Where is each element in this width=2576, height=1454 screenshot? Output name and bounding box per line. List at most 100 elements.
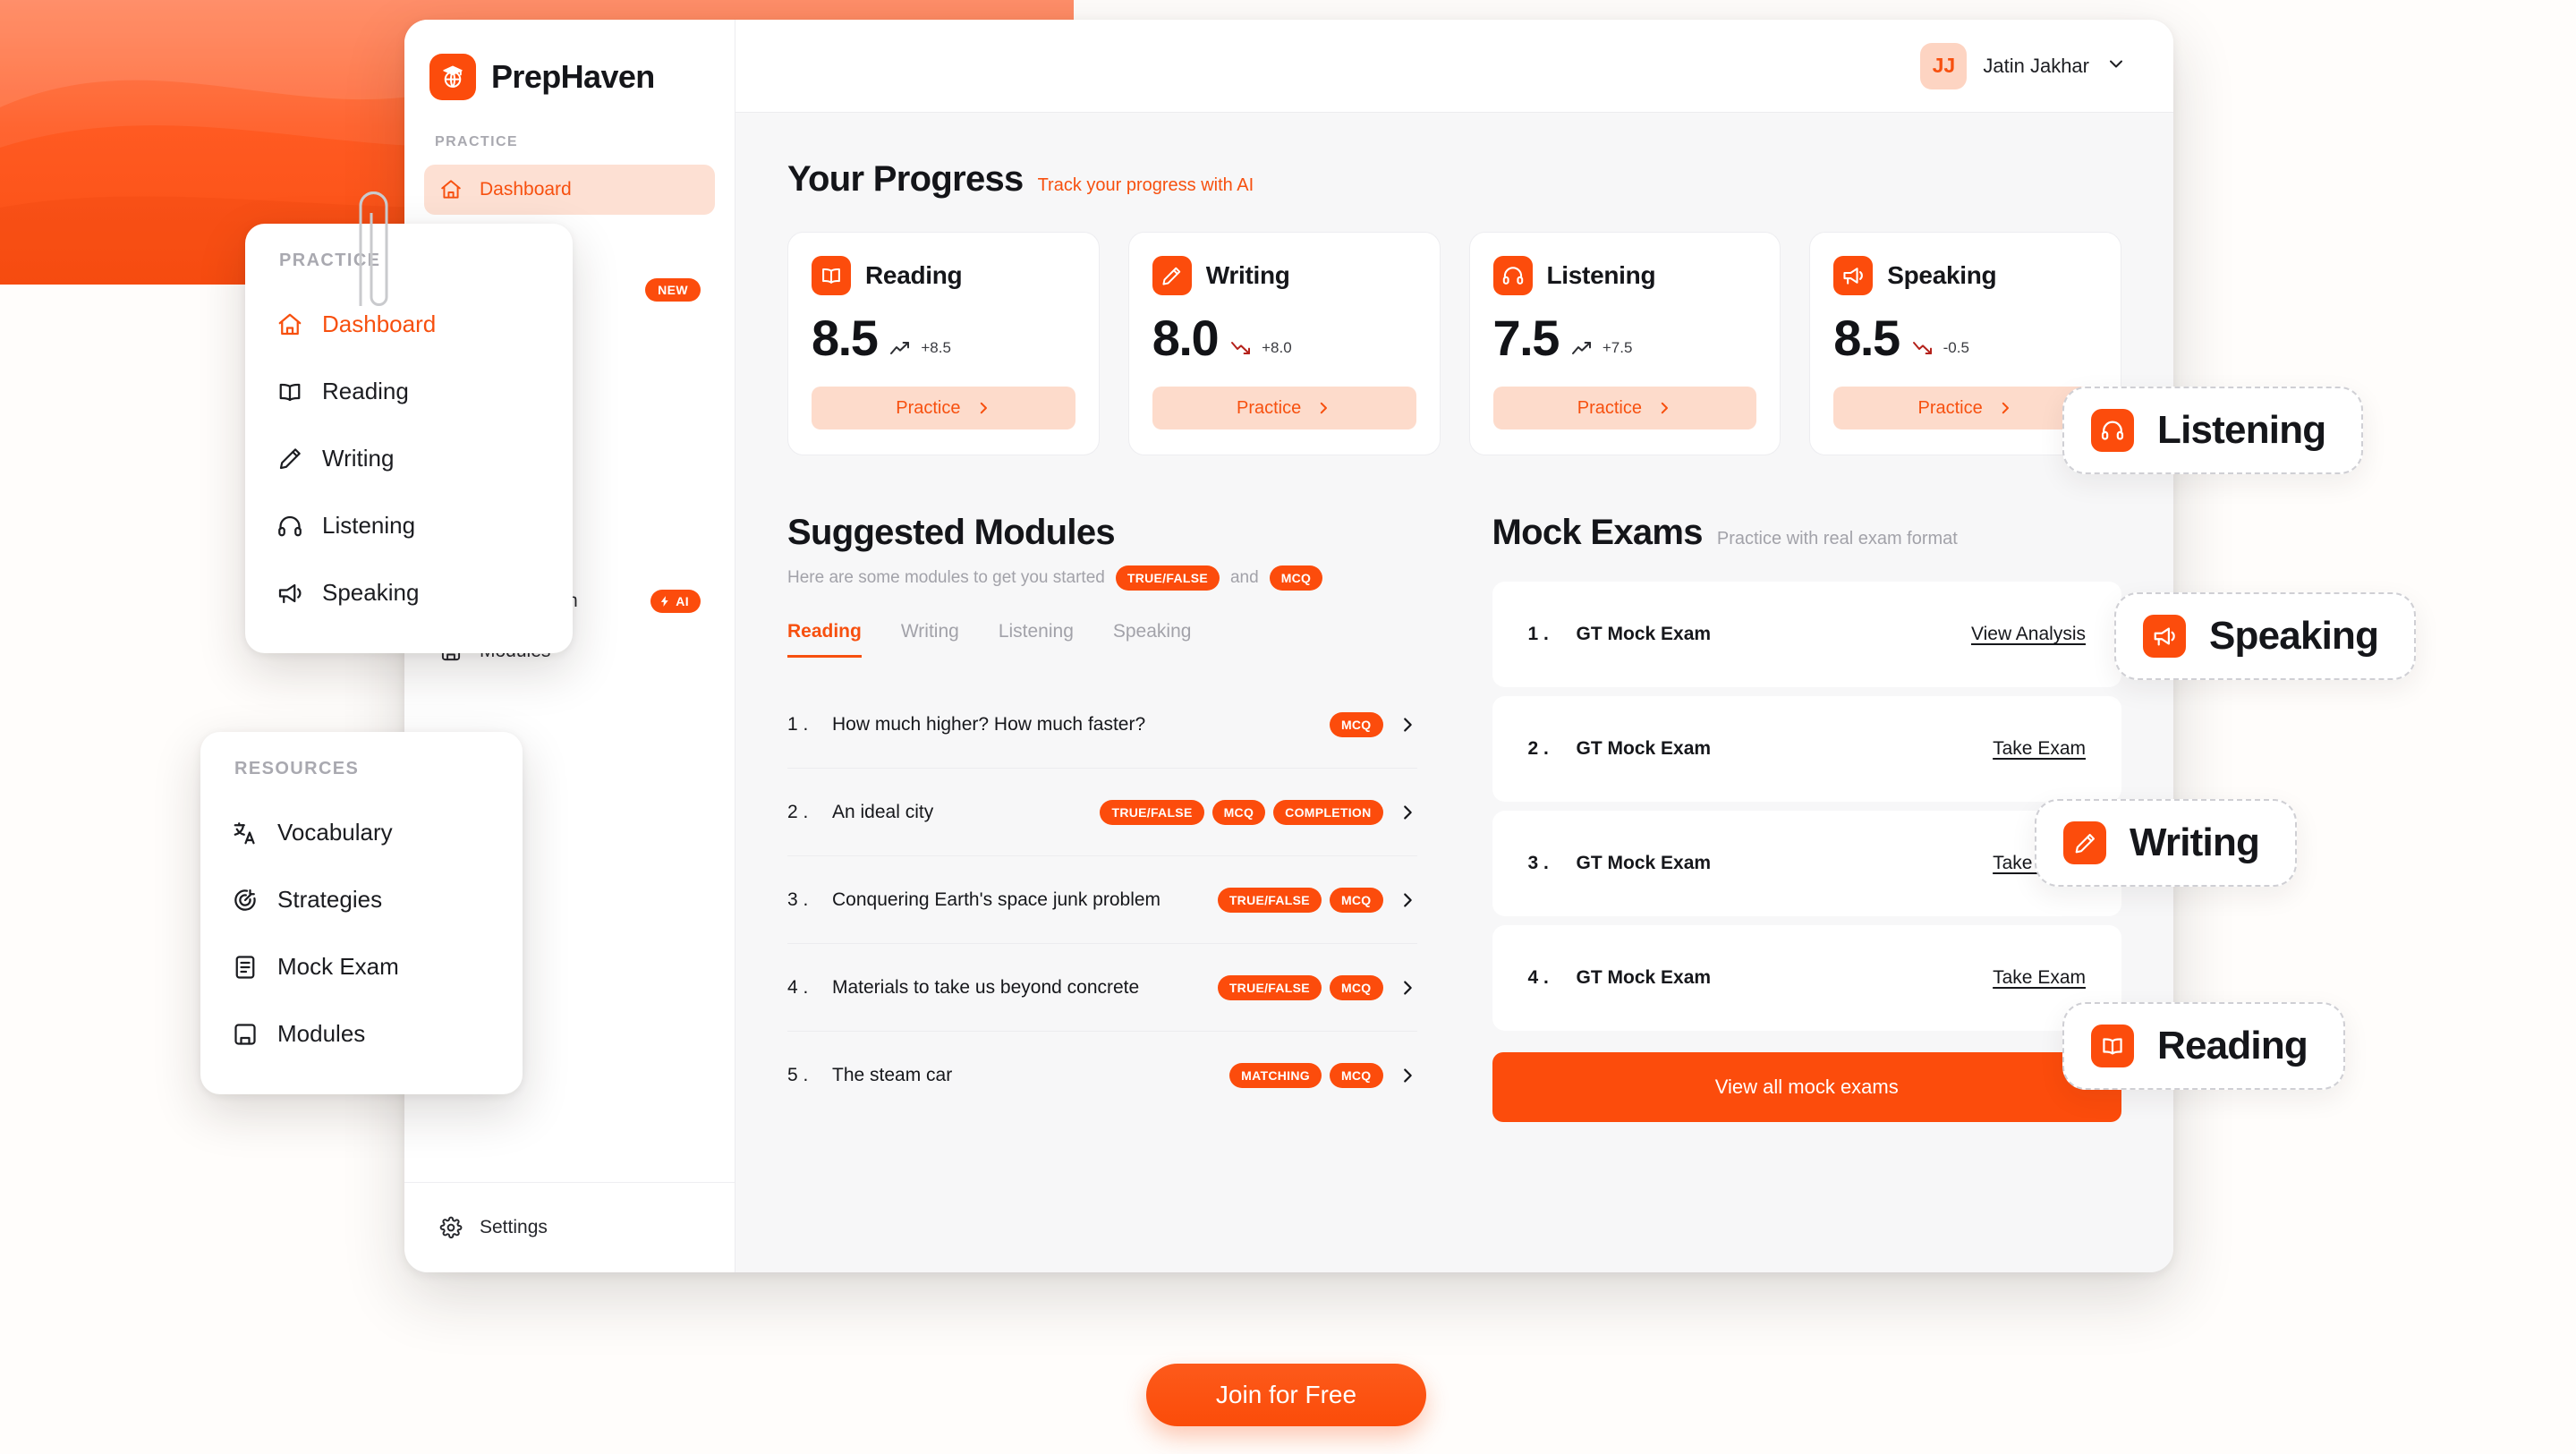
module-title: Materials to take us beyond concrete (832, 976, 1140, 998)
mock-exam-number: 3 . (1527, 853, 1549, 873)
resources-menu-item-modules[interactable]: Modules (231, 1000, 492, 1067)
resources-menu-item-mock-exam[interactable]: Mock Exam (231, 933, 492, 1000)
pencil-icon (1152, 256, 1192, 295)
sidebar-item-settings[interactable]: Settings (438, 1203, 701, 1253)
join-for-free-button[interactable]: Join for Free (1146, 1364, 1426, 1426)
practice-button[interactable]: Practice (1492, 387, 1757, 429)
score-card-grid: Reading 8.5 +8.5 Practice Writing 8.0 +8… (787, 232, 2121, 455)
modules-title: Suggested Modules (787, 513, 1116, 552)
chevron-right-icon (2002, 402, 2009, 414)
practice-button-label: Practice (1237, 397, 1302, 418)
resources-menu-item-vocabulary[interactable]: Vocabulary (231, 799, 492, 866)
mock-exam-row[interactable]: 2 . GT Mock Exam Take Exam (1492, 696, 2121, 802)
module-number: 5 . (787, 1065, 809, 1085)
badge-card-speaking[interactable]: Speaking (2114, 592, 2417, 680)
tag-completion: COMPLETION (1273, 799, 1383, 825)
module-title: Conquering Earth's space junk problem (832, 889, 1161, 910)
score-delta-value: +8.0 (1262, 339, 1292, 356)
resources-menu-item-label: Strategies (277, 886, 383, 913)
tag-true-false: TRUE/FALSE (1217, 887, 1322, 913)
user-name: Jatin Jakhar (1983, 54, 2089, 77)
brand[interactable]: PrepHaven (404, 20, 735, 100)
mock-exam-number: 1 . (1527, 624, 1549, 644)
modules-tabs: Reading Writing Listening Speaking (787, 621, 1417, 658)
mock-exams-header: Mock Exams Practice with real exam forma… (1492, 513, 2122, 553)
headphones-icon (276, 512, 304, 540)
badge-card-listening[interactable]: Listening (2062, 387, 2364, 474)
megaphone-icon (1833, 256, 1874, 295)
tag-true-false: TRUE/FALSE (1217, 974, 1322, 1000)
tag-matching: MATCHING (1229, 1063, 1322, 1088)
mock-exam-title: GT Mock Exam (1576, 738, 1712, 759)
mock-exam-title: GT Mock Exam (1576, 853, 1712, 873)
score-card-listening[interactable]: Listening 7.5 +7.5 Practice (1468, 232, 1781, 455)
score-value-row: 8.5 -0.5 (1833, 313, 2097, 363)
practice-button[interactable]: Practice (812, 387, 1075, 429)
score-card-reading[interactable]: Reading 8.5 +8.5 Practice (787, 232, 1100, 455)
module-row[interactable]: 2 . An ideal city TRUE/FALSE MCQ COMPLET… (787, 769, 1417, 856)
headphones-icon (2091, 409, 2134, 452)
tab-listening[interactable]: Listening (999, 621, 1074, 658)
module-title: The steam car (832, 1065, 953, 1085)
module-number: 4 . (787, 976, 809, 998)
resources-menu-header: RESOURCES (234, 759, 360, 778)
score-value: 8.0 (1152, 310, 1220, 366)
trend-up-icon (890, 342, 910, 354)
practice-menu-item-writing[interactable]: Writing (276, 425, 542, 492)
chevron-right-icon[interactable] (1398, 1066, 1417, 1085)
chevron-right-icon[interactable] (1398, 803, 1417, 822)
status-badge-ai-label: AI (676, 594, 689, 608)
book-icon (276, 378, 304, 406)
page-root: PrepHaven PRACTICE Dashboard Reading (0, 0, 2576, 1454)
book-icon (2091, 1025, 2134, 1067)
pencil-icon (2063, 821, 2106, 864)
practice-button-label: Practice (1917, 397, 1983, 418)
badge-card-writing[interactable]: Writing (2035, 799, 2298, 887)
score-card-writing[interactable]: Writing 8.0 +8.0 Practice (1127, 232, 1441, 455)
module-tags: TRUE/FALSE MCQ COMPLETION (1100, 799, 1383, 825)
score-value: 8.5 (1833, 310, 1900, 366)
view-all-mock-exams-button[interactable]: View all mock exams (1492, 1052, 2121, 1122)
module-row[interactable]: 1 . How much higher? How much faster? MC… (787, 681, 1417, 769)
chevron-right-icon[interactable] (1398, 978, 1417, 998)
topbar: JJ Jatin Jakhar (735, 20, 2173, 113)
take-exam-link[interactable]: Take Exam (1993, 967, 2086, 989)
badge-card-reading[interactable]: Reading (2062, 1002, 2345, 1090)
score-value: 7.5 (1492, 310, 1560, 366)
practice-menu-item-listening[interactable]: Listening (276, 492, 542, 559)
sidebar-item-label: Settings (480, 1217, 548, 1237)
sidebar-item-dashboard[interactable]: Dashboard (424, 165, 715, 215)
practice-menu-header: PRACTICE (279, 251, 381, 270)
module-tags: TRUE/FALSE MCQ (1217, 974, 1383, 1000)
mock-exam-row[interactable]: 3 . GT Mock Exam Take Exam (1492, 811, 2121, 916)
view-analysis-link[interactable]: View Analysis (1971, 624, 2086, 645)
main-content: Your Progress Track your progress with A… (735, 113, 2173, 1122)
mock-exam-row[interactable]: 1 . GT Mock Exam View Analysis (1492, 582, 2121, 687)
tab-writing[interactable]: Writing (901, 621, 959, 658)
module-row[interactable]: 5 . The steam car MATCHING MCQ (787, 1032, 1417, 1119)
practice-button-label: Practice (1577, 397, 1642, 418)
tag-mcq: MCQ (1329, 1063, 1383, 1088)
mock-exams-title: Mock Exams (1492, 513, 1704, 552)
score-card-header: Speaking (1833, 256, 2097, 295)
module-tags: TRUE/FALSE MCQ (1217, 887, 1383, 913)
resources-menu-item-strategies[interactable]: Strategies (231, 866, 492, 933)
tab-reading[interactable]: Reading (787, 621, 862, 658)
module-row[interactable]: 3 . Conquering Earth's space junk proble… (787, 856, 1417, 944)
tab-speaking[interactable]: Speaking (1113, 621, 1192, 658)
sidebar-footer: Settings (404, 1182, 735, 1272)
mock-exam-row[interactable]: 4 . GT Mock Exam Take Exam (1492, 925, 2121, 1031)
user-menu[interactable]: JJ Jatin Jakhar (1920, 42, 2127, 89)
tag-mcq: MCQ (1269, 565, 1323, 591)
mock-exams-subtitle: Practice with real exam format (1716, 529, 1958, 548)
practice-button[interactable]: Practice (1833, 387, 2097, 429)
resources-menu-item-label: Mock Exam (277, 953, 399, 980)
practice-menu-item-dashboard[interactable]: Dashboard (276, 291, 542, 358)
practice-button[interactable]: Practice (1152, 387, 1416, 429)
chevron-right-icon[interactable] (1398, 890, 1417, 910)
chevron-right-icon[interactable] (1398, 715, 1417, 735)
practice-menu-item-speaking[interactable]: Speaking (276, 559, 542, 626)
module-row[interactable]: 4 . Materials to take us beyond concrete… (787, 944, 1417, 1032)
take-exam-link[interactable]: Take Exam (1993, 738, 2086, 760)
practice-menu-item-reading[interactable]: Reading (276, 358, 542, 425)
